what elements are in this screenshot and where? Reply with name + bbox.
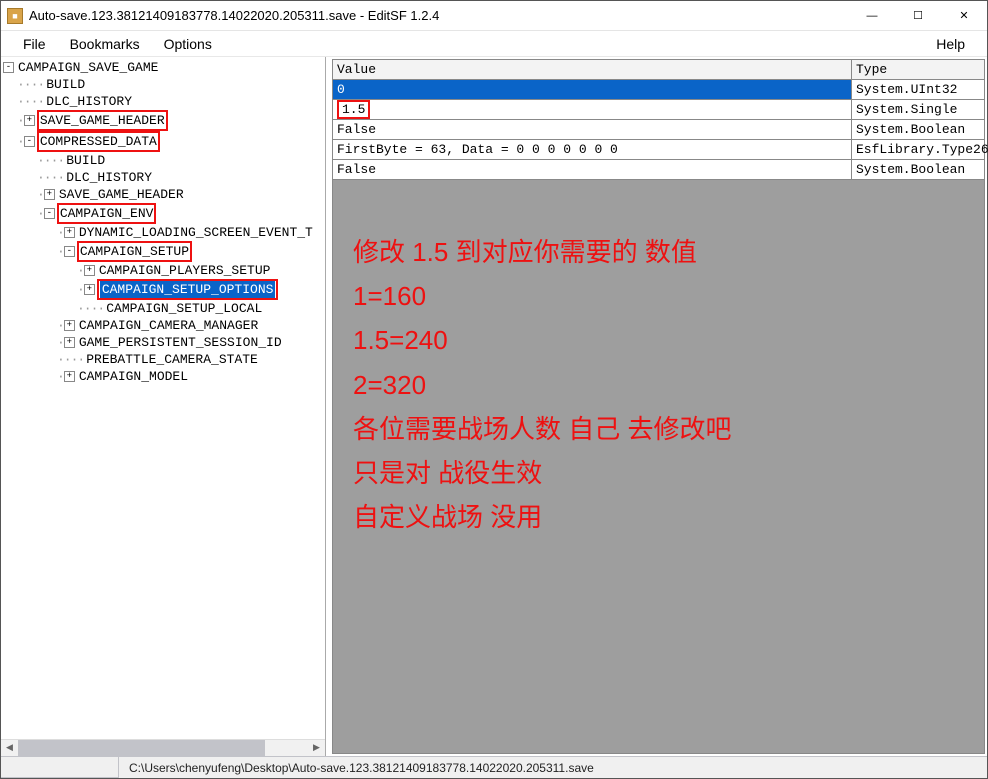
scroll-left-icon[interactable]: ◀ <box>1 740 18 756</box>
tree-node[interactable]: ····BUILD <box>3 76 325 93</box>
tree-node[interactable]: ····BUILD <box>3 152 325 169</box>
scroll-right-icon[interactable]: ▶ <box>308 740 325 756</box>
expand-icon[interactable]: + <box>64 320 75 331</box>
tree-node[interactable]: ·+ SAVE_GAME_HEADER <box>3 110 325 131</box>
collapse-icon[interactable]: - <box>24 136 35 147</box>
tree-node[interactable]: ·+ SAVE_GAME_HEADER <box>3 186 325 203</box>
titlebar: ■ Auto-save.123.38121409183778.14022020.… <box>1 1 987 31</box>
tree-node[interactable]: ·+ GAME_PERSISTENT_SESSION_ID <box>3 334 325 351</box>
collapse-icon[interactable]: - <box>64 246 75 257</box>
menu-bookmarks[interactable]: Bookmarks <box>58 33 152 55</box>
menu-help[interactable]: Help <box>924 33 977 55</box>
annotation-overlay: 修改 1.5 到对应你需要的 数值 1=160 1.5=240 2=320 各位… <box>353 230 731 539</box>
collapse-icon[interactable]: - <box>44 208 55 219</box>
tree-scroll[interactable]: - CAMPAIGN_SAVE_GAME ····BUILD ····DLC_H… <box>1 57 325 739</box>
window-title: Auto-save.123.38121409183778.14022020.20… <box>29 8 849 23</box>
grid-row[interactable]: False System.Boolean <box>333 160 984 180</box>
tree-node[interactable]: ····DLC_HISTORY <box>3 93 325 110</box>
app-icon: ■ <box>7 8 23 24</box>
expand-icon[interactable]: + <box>64 337 75 348</box>
grid-row[interactable]: False System.Boolean <box>333 120 984 140</box>
menu-file[interactable]: File <box>11 33 58 55</box>
horizontal-scrollbar[interactable]: ◀ ▶ <box>1 739 325 756</box>
right-panel: Value Type 0 System.UInt32 1.5 System.Si… <box>326 57 987 756</box>
statusbar: C:\Users\chenyufeng\Desktop\Auto-save.12… <box>1 756 987 778</box>
data-grid[interactable]: Value Type 0 System.UInt32 1.5 System.Si… <box>332 59 985 754</box>
grid-row[interactable]: FirstByte = 63, Data = 0 0 0 0 0 0 0 Esf… <box>333 140 984 160</box>
tree-panel: - CAMPAIGN_SAVE_GAME ····BUILD ····DLC_H… <box>1 57 326 756</box>
status-path: C:\Users\chenyufeng\Desktop\Auto-save.12… <box>119 761 594 775</box>
tree-node[interactable]: ·- COMPRESSED_DATA <box>3 131 325 152</box>
collapse-icon[interactable]: - <box>3 62 14 73</box>
tree-node[interactable]: ·+ CAMPAIGN_PLAYERS_SETUP <box>3 262 325 279</box>
expand-icon[interactable]: + <box>44 189 55 200</box>
status-grip <box>1 757 119 778</box>
expand-icon[interactable]: + <box>24 115 35 126</box>
col-type[interactable]: Type <box>852 60 984 79</box>
tree-node-selected[interactable]: ·+ CAMPAIGN_SETUP_OPTIONS <box>3 279 325 300</box>
tree-node[interactable]: ·+ CAMPAIGN_CAMERA_MANAGER <box>3 317 325 334</box>
tree-node[interactable]: ·- CAMPAIGN_SETUP <box>3 241 325 262</box>
tree-node[interactable]: ·+ DYNAMIC_LOADING_SCREEN_EVENT_T <box>3 224 325 241</box>
minimize-button[interactable]: — <box>849 1 895 31</box>
tree-node[interactable]: ····DLC_HISTORY <box>3 169 325 186</box>
menubar: File Bookmarks Options Help <box>1 31 987 57</box>
tree-node[interactable]: ····CAMPAIGN_SETUP_LOCAL <box>3 300 325 317</box>
scroll-thumb[interactable] <box>18 740 265 756</box>
expand-icon[interactable]: + <box>64 371 75 382</box>
col-value[interactable]: Value <box>333 60 852 79</box>
tree-node[interactable]: ·+ CAMPAIGN_MODEL <box>3 368 325 385</box>
grid-row[interactable]: 1.5 System.Single <box>333 100 984 120</box>
close-button[interactable]: ✕ <box>941 1 987 31</box>
expand-icon[interactable]: + <box>64 227 75 238</box>
grid-row-selected[interactable]: 0 System.UInt32 <box>333 80 984 100</box>
maximize-button[interactable]: ☐ <box>895 1 941 31</box>
tree-node[interactable]: ····PREBATTLE_CAMERA_STATE <box>3 351 325 368</box>
expand-icon[interactable]: + <box>84 265 95 276</box>
tree-node-root[interactable]: - CAMPAIGN_SAVE_GAME <box>3 59 325 76</box>
expand-icon[interactable]: + <box>84 284 95 295</box>
grid-header: Value Type <box>333 60 984 80</box>
window-controls: — ☐ ✕ <box>849 1 987 31</box>
menu-options[interactable]: Options <box>152 33 224 55</box>
tree-node[interactable]: ·- CAMPAIGN_ENV <box>3 203 325 224</box>
main-area: - CAMPAIGN_SAVE_GAME ····BUILD ····DLC_H… <box>1 57 987 756</box>
